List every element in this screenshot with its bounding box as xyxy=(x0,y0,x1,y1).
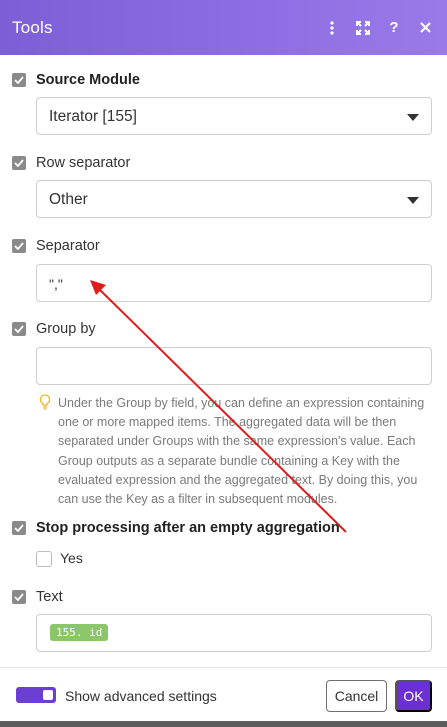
advanced-settings-toggle[interactable] xyxy=(16,687,56,703)
lightbulb-icon xyxy=(39,394,51,410)
cancel-button[interactable]: Cancel xyxy=(326,680,387,712)
check-icon xyxy=(14,325,24,333)
stop-processing-toggle[interactable] xyxy=(12,521,26,535)
row-separator-toggle[interactable] xyxy=(12,156,26,170)
group-by-hint: Under the Group by field, you can define… xyxy=(58,396,425,507)
group-by-input[interactable] xyxy=(36,347,432,385)
ok-button[interactable]: OK xyxy=(395,680,432,712)
mapped-token-pill[interactable]: 155. id xyxy=(50,624,109,641)
stop-processing-yes-checkbox[interactable] xyxy=(36,551,52,567)
help-icon[interactable]: ? xyxy=(386,19,402,36)
source-module-label: Source Module xyxy=(36,72,140,88)
source-module-value: Iterator [155] xyxy=(49,108,137,125)
chevron-down-icon xyxy=(407,114,419,121)
dialog-header: Tools ? xyxy=(0,0,447,55)
more-vertical-icon[interactable] xyxy=(324,20,340,36)
close-icon[interactable] xyxy=(417,20,433,36)
group-by-label: Group by xyxy=(36,321,96,337)
dialog-body: Source Module Iterator [155] Row separat… xyxy=(0,55,447,667)
advanced-settings-label: Show advanced settings xyxy=(65,688,217,704)
check-icon xyxy=(14,524,24,532)
expand-icon[interactable] xyxy=(355,20,371,36)
row-separator-value: Other xyxy=(49,191,88,208)
check-icon xyxy=(14,159,24,167)
stop-processing-yes-label: Yes xyxy=(60,550,83,566)
stop-processing-label: Stop processing after an empty aggregati… xyxy=(36,520,340,536)
source-module-toggle[interactable] xyxy=(12,73,26,87)
row-separator-select[interactable]: Other xyxy=(36,180,432,218)
row-separator-label: Row separator xyxy=(36,155,131,171)
help-icon-glyph: ? xyxy=(389,19,399,36)
separator-value: "," xyxy=(49,276,63,292)
dialog-title: Tools xyxy=(12,17,53,37)
header-actions: ? xyxy=(324,0,433,55)
separator-label: Separator xyxy=(36,238,100,254)
chevron-down-icon xyxy=(407,197,419,204)
check-icon xyxy=(14,593,24,601)
check-icon xyxy=(14,242,24,250)
separator-toggle[interactable] xyxy=(12,239,26,253)
source-module-select[interactable]: Iterator [155] xyxy=(36,97,432,135)
check-icon xyxy=(14,76,24,84)
separator-input[interactable]: "," xyxy=(36,264,432,302)
text-toggle[interactable] xyxy=(12,590,26,604)
background-strip xyxy=(0,721,447,727)
group-by-toggle[interactable] xyxy=(12,322,26,336)
dialog-footer: Show advanced settings Cancel OK xyxy=(0,667,447,721)
toggle-knob xyxy=(43,690,53,700)
text-label: Text xyxy=(36,589,63,605)
